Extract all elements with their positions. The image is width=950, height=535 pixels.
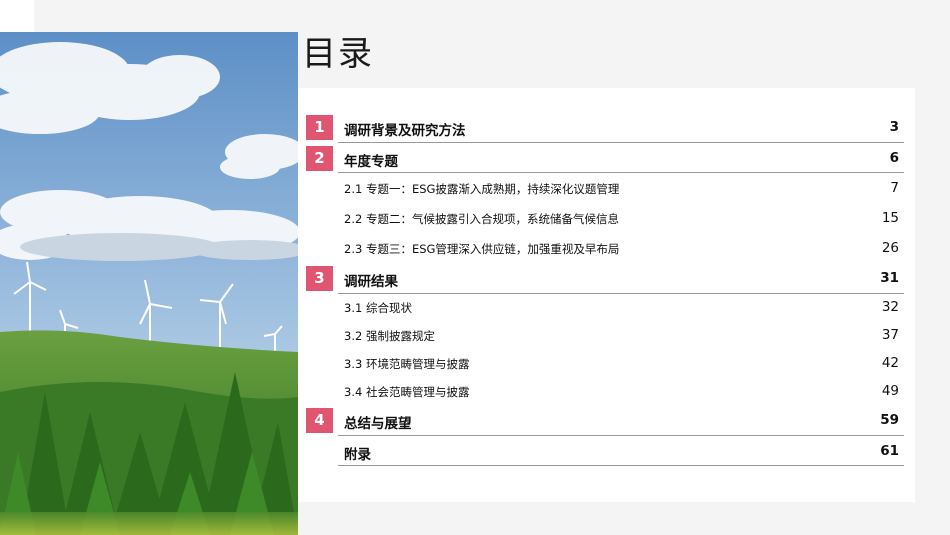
toc-item-page: 37 [881,327,899,343]
toc-item-label: 总结与展望 [344,416,412,432]
divider [338,435,904,436]
toc-item-label: 3.2 强制披露规定 [344,329,435,343]
toc-item-label: 3.3 环境范畴管理与披露 [344,357,470,371]
divider [338,142,904,143]
section-number-badge: 1 [306,115,333,140]
divider [338,465,904,466]
toc-item-page: 42 [881,355,899,371]
toc-item-label: 调研结果 [344,274,398,290]
toc-item-page: 31 [880,270,899,286]
toc-item-page: 7 [890,180,899,196]
corner-block [0,0,34,32]
toc-item-label: 附录 [344,447,371,463]
divider [338,172,904,173]
toc-item-label: 2.2 专题二：气候披露引入合规项，系统储备气候信息 [344,212,619,226]
page-title: 目录 [302,34,374,74]
toc-item-label: 3.4 社会范畴管理与披露 [344,385,470,399]
toc-item-page: 15 [881,210,899,226]
section-number-badge: 2 [306,146,333,171]
section-number-badge: 4 [306,408,333,433]
wind-farm-photo [0,32,298,535]
toc-item-label: 2.1 专题一：ESG披露渐入成熟期，持续深化议题管理 [344,182,620,196]
toc-panel: 1 调研背景及研究方法 3 2 年度专题 6 2.1 专题一：ESG披露渐入成熟… [298,88,915,502]
toc-item-label: 调研背景及研究方法 [344,123,466,139]
section-number-badge: 3 [306,266,333,291]
toc-item-page: 61 [880,443,899,459]
toc-item-page: 3 [889,119,899,135]
toc-item-label: 年度专题 [344,154,398,170]
toc-item-page: 6 [889,150,899,166]
toc-item-page: 59 [880,412,899,428]
divider [338,293,904,294]
toc-item-label: 2.3 专题三：ESG管理深入供应链，加强重视及早布局 [344,242,620,256]
toc-item-page: 49 [881,383,899,399]
toc-item-page: 32 [881,299,899,315]
toc-item-page: 26 [881,240,899,256]
toc-item-label: 3.1 综合现状 [344,301,412,315]
